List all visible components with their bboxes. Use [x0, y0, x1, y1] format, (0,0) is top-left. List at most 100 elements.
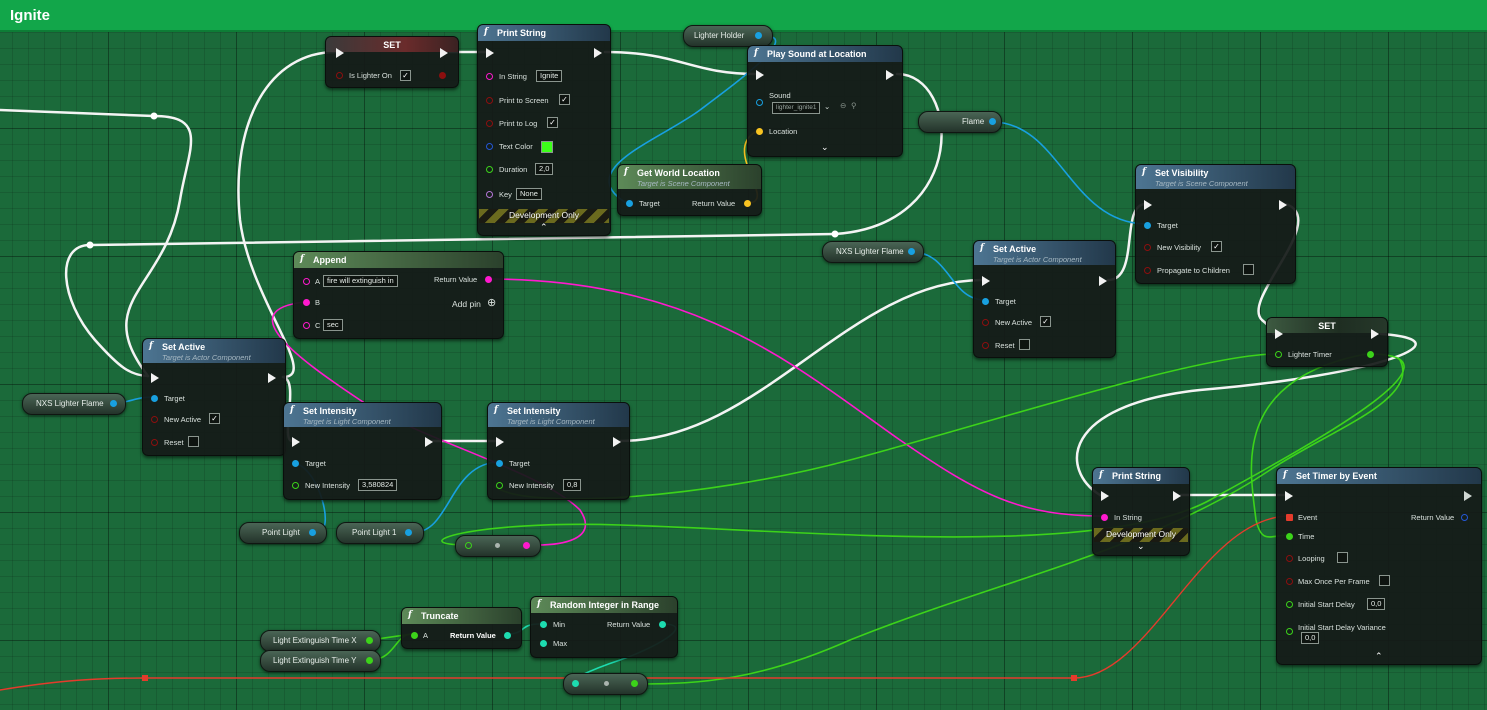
exec-out-pin[interactable]	[268, 373, 276, 383]
timer-out-pin[interactable]	[1461, 514, 1468, 521]
object-out-pin[interactable]	[989, 118, 996, 125]
bool-out-pin[interactable]	[439, 72, 446, 79]
set-lighter-timer-node[interactable]: SET Lighter Timer	[1266, 317, 1388, 367]
object-pin[interactable]	[151, 395, 158, 402]
chevron-down-icon[interactable]: ⌄	[824, 102, 830, 111]
reroute-node[interactable]	[563, 673, 648, 695]
bool-pin[interactable]	[1286, 555, 1293, 562]
add-pin-icon[interactable]: ⊕	[487, 296, 496, 309]
bool-pin[interactable]	[1286, 578, 1293, 585]
object-pin[interactable]	[1144, 222, 1151, 229]
string-pin[interactable]	[1101, 514, 1108, 521]
chevron-up-icon[interactable]: ⌃	[540, 222, 548, 233]
append-node[interactable]: f Append A fire will extinguish in B C se…	[293, 251, 504, 339]
intensity-field[interactable]: 0,8	[563, 479, 582, 491]
bool-pin[interactable]	[1144, 267, 1151, 274]
object-out-pin[interactable]	[309, 529, 316, 536]
intensity-field[interactable]: 3,580824	[358, 479, 398, 491]
float-pin[interactable]	[1286, 601, 1293, 608]
float-in-pin[interactable]	[465, 542, 472, 549]
checkbox[interactable]: ✓	[400, 70, 411, 81]
set-timer-by-event-node[interactable]: f Set Timer by Event Event Return Value T…	[1276, 467, 1482, 665]
exec-in-pin[interactable]	[336, 48, 344, 58]
float-pin[interactable]	[1286, 533, 1293, 540]
exec-in-pin[interactable]	[292, 437, 300, 447]
set-intensity-node[interactable]: f Set Intensity Target is Light Component …	[487, 402, 630, 500]
append-c-field[interactable]: sec	[323, 319, 343, 331]
print-string-node[interactable]: f Print String In String Ignite Print to …	[477, 24, 611, 236]
object-pin[interactable]	[292, 460, 299, 467]
light-extinguish-time-y-var[interactable]: Light Extinguish Time Y	[260, 650, 381, 672]
checkbox[interactable]: ✓	[209, 413, 220, 424]
exec-out-pin[interactable]	[1099, 276, 1107, 286]
light-extinguish-time-x-var[interactable]: Light Extinguish Time X	[260, 630, 381, 652]
object-out-pin[interactable]	[405, 529, 412, 536]
object-pin[interactable]	[496, 460, 503, 467]
exec-in-pin[interactable]	[486, 48, 494, 58]
string-out-pin[interactable]	[485, 276, 492, 283]
exec-in-pin[interactable]	[1275, 329, 1283, 339]
random-integer-in-range-node[interactable]: f Random Integer in Range Min Max Return …	[530, 596, 678, 658]
bool-pin[interactable]	[151, 439, 158, 446]
string-pin[interactable]	[303, 278, 310, 285]
float-out-pin[interactable]	[366, 637, 373, 644]
play-sound-at-location-node[interactable]: f Play Sound at Location Sound lighter_ig…	[747, 45, 903, 157]
bool-in-pin[interactable]	[336, 72, 343, 79]
float-out-pin[interactable]	[631, 680, 638, 687]
exec-in-pin[interactable]	[151, 373, 159, 383]
float-pin[interactable]	[496, 482, 503, 489]
in-string-field[interactable]: Ignite	[536, 70, 563, 82]
set-intensity-node[interactable]: f Set Intensity Target is Light Component …	[283, 402, 442, 500]
set-is-lighter-on-node[interactable]: SET Is Lighter On ✓	[325, 36, 459, 88]
exec-in-pin[interactable]	[496, 437, 504, 447]
bool-pin[interactable]	[486, 97, 493, 104]
bool-pin[interactable]	[486, 120, 493, 127]
bool-pin[interactable]	[151, 416, 158, 423]
set-active-node[interactable]: f Set Active Target is Actor Component Tar…	[142, 338, 286, 456]
checkbox[interactable]	[1337, 552, 1348, 563]
set-visibility-node[interactable]: f Set Visibility Target is Scene Component…	[1135, 164, 1296, 284]
exec-out-pin[interactable]	[886, 70, 894, 80]
duration-field[interactable]: 2,0	[535, 163, 554, 175]
chevron-up-icon[interactable]: ⌃	[1375, 651, 1383, 662]
key-field[interactable]: None	[516, 188, 542, 200]
search-icon[interactable]: ⚲	[851, 101, 857, 110]
exec-in-pin[interactable]	[982, 276, 990, 286]
string-out-pin[interactable]	[523, 542, 530, 549]
name-pin[interactable]	[486, 191, 493, 198]
checkbox[interactable]	[188, 436, 199, 447]
exec-in-pin[interactable]	[1144, 200, 1152, 210]
exec-out-pin[interactable]	[613, 437, 621, 447]
vector-pin[interactable]	[756, 128, 763, 135]
checkbox[interactable]: ✓	[559, 94, 570, 105]
object-out-pin[interactable]	[755, 32, 762, 39]
integer-pin[interactable]	[540, 640, 547, 647]
nxs-lighter-flame-var[interactable]: NXS Lighter Flame	[22, 393, 126, 415]
set-active-node[interactable]: f Set Active Target is Actor Component Tar…	[973, 240, 1116, 358]
reroute-node[interactable]	[455, 535, 541, 557]
checkbox[interactable]	[1019, 339, 1030, 350]
float-out-pin[interactable]	[366, 657, 373, 664]
exec-in-pin[interactable]	[1101, 491, 1109, 501]
exec-out-pin[interactable]	[425, 437, 433, 447]
bool-pin[interactable]	[1144, 244, 1151, 251]
object-pin[interactable]	[626, 200, 633, 207]
string-pin[interactable]	[303, 322, 310, 329]
timer-out-pin[interactable]	[1367, 351, 1374, 358]
float-pin[interactable]	[1286, 628, 1293, 635]
sound-pin[interactable]	[756, 99, 763, 106]
checkbox[interactable]	[1243, 264, 1254, 275]
print-string-node[interactable]: f Print String In String Development Only…	[1092, 467, 1190, 556]
vector-out-pin[interactable]	[744, 200, 751, 207]
get-world-location-node[interactable]: f Get World Location Target is Scene Compo…	[617, 164, 762, 216]
string-pin[interactable]	[303, 299, 310, 306]
timer-in-pin[interactable]	[1275, 351, 1282, 358]
exec-in-pin[interactable]	[756, 70, 764, 80]
exec-out-pin[interactable]	[1371, 329, 1379, 339]
exec-out-pin[interactable]	[1173, 491, 1181, 501]
object-pin[interactable]	[982, 298, 989, 305]
use-asset-icon[interactable]: ⊖	[840, 101, 846, 110]
exec-out-pin[interactable]	[1279, 200, 1287, 210]
exec-in-pin[interactable]	[1285, 491, 1293, 501]
exec-out-pin[interactable]	[594, 48, 602, 58]
